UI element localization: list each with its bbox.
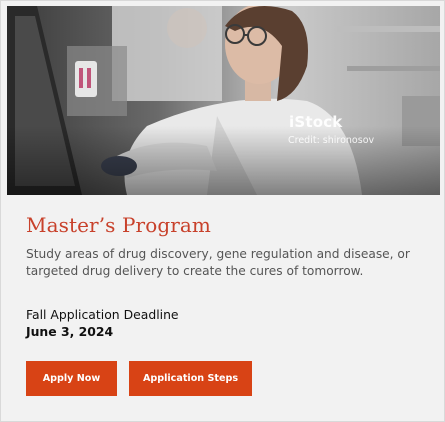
program-card: iStock Credit: shironosov Master’s Progr… — [0, 0, 445, 422]
apply-now-button[interactable]: Apply Now — [26, 361, 117, 396]
deadline-label: Fall Application Deadline — [26, 307, 179, 322]
istock-watermark-logo: iStock — [289, 113, 343, 131]
program-title: Master’s Program — [26, 213, 211, 237]
image-credit: Credit: shironosov — [288, 135, 375, 146]
application-steps-button[interactable]: Application Steps — [129, 361, 252, 396]
hero-image: iStock Credit: shironosov — [7, 6, 440, 195]
deadline-date: June 3, 2024 — [26, 324, 114, 339]
program-description: Study areas of drug discovery, gene regu… — [26, 247, 410, 278]
lab-scene-illustration — [7, 6, 440, 195]
